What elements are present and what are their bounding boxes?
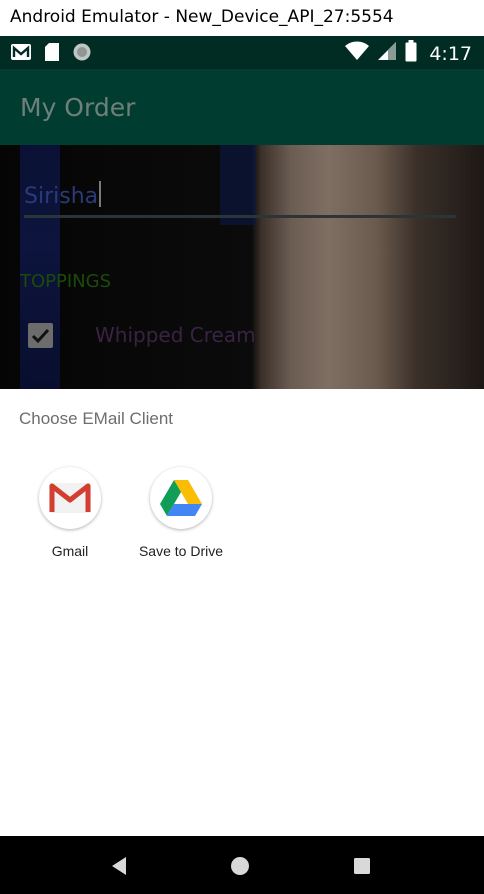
status-clock: 4:17: [429, 42, 472, 65]
name-input-value: Sirisha: [24, 184, 99, 209]
window-title: Android Emulator - New_Device_API_27:555…: [0, 0, 484, 36]
status-bar: 4:17: [0, 36, 484, 69]
whipped-cream-checkbox[interactable]: [28, 323, 53, 348]
toppings-heading: TOPPINGS: [20, 271, 112, 292]
order-form-scrim[interactable]: Sirisha TOPPINGS Whipped Cream: [0, 145, 484, 389]
app-bar: My Order: [0, 69, 484, 145]
whipped-cream-label[interactable]: Whipped Cream: [95, 323, 256, 347]
gmail-label: Gmail: [51, 543, 89, 559]
gmail-notification-icon: [10, 43, 32, 66]
battery-icon: [405, 40, 417, 67]
name-input[interactable]: Sirisha: [24, 181, 102, 209]
chooser-sheet: Choose EMail Client Gmail Save to Drive: [0, 389, 484, 836]
google-drive-icon: [150, 467, 212, 529]
background-image-region-2: [220, 145, 256, 225]
save-to-drive-option[interactable]: Save to Drive: [126, 467, 236, 559]
cell-signal-icon: [377, 41, 397, 66]
checkmark-icon: [31, 328, 50, 344]
app-bar-title: My Order: [20, 93, 136, 122]
text-cursor: [99, 181, 102, 207]
chooser-title: Choose EMail Client: [19, 409, 174, 428]
sd-card-icon: [44, 42, 60, 67]
name-input-underline: [24, 215, 456, 218]
gmail-icon: [39, 467, 101, 529]
gmail-option[interactable]: Gmail: [15, 467, 125, 559]
home-icon[interactable]: [230, 856, 250, 881]
sync-icon: [72, 42, 92, 67]
recents-icon[interactable]: [353, 856, 371, 881]
navigation-bar: [0, 836, 484, 894]
wifi-icon: [345, 41, 370, 66]
back-icon[interactable]: [110, 856, 128, 881]
save-to-drive-label: Save to Drive: [138, 543, 224, 559]
